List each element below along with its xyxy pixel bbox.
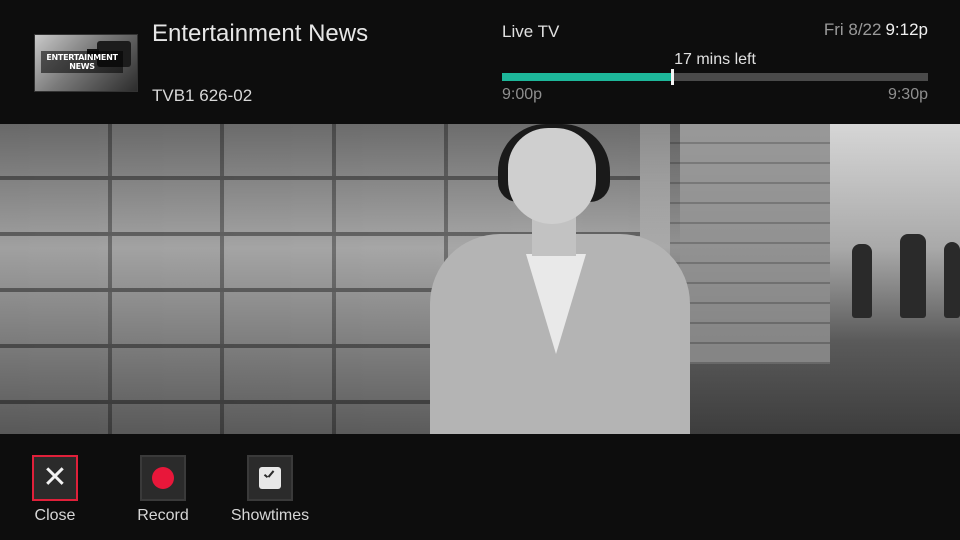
- video-presenter: [430, 124, 690, 434]
- date-time: Fri 8/22 9:12p: [824, 20, 928, 40]
- video-building: [670, 124, 830, 364]
- progress-marker: [671, 69, 674, 85]
- record-button[interactable]: Record: [118, 455, 208, 525]
- channel-number: TVB1 626-02: [152, 86, 253, 105]
- record-button-box[interactable]: [140, 455, 186, 501]
- video-pedestrian: [852, 244, 872, 318]
- video-pedestrian: [900, 234, 926, 318]
- close-button-box[interactable]: ✕: [32, 455, 78, 501]
- showtimes-button[interactable]: Showtimes: [225, 455, 315, 525]
- presenter-face: [508, 128, 596, 224]
- program-info-bar: ENTERTAINMENT NEWS Entertainment News TV…: [0, 0, 960, 124]
- showtimes-label: Showtimes: [230, 507, 310, 524]
- record-icon: [152, 467, 174, 489]
- live-tv-label: Live TV: [502, 22, 560, 41]
- time-remaining: 17 mins left: [674, 51, 756, 68]
- program-progress-bar: [502, 69, 928, 85]
- clock-icon: [259, 467, 281, 489]
- close-button[interactable]: ✕ Close: [10, 455, 100, 525]
- record-label: Record: [137, 507, 189, 524]
- video-pedestrian: [944, 242, 960, 318]
- current-date: Fri 8/22: [823, 20, 882, 39]
- program-start-time: 9:00p: [502, 86, 543, 103]
- program-end-time: 9:30p: [887, 86, 928, 103]
- close-label: Close: [34, 507, 76, 524]
- program-thumbnail: ENTERTAINMENT NEWS: [34, 34, 138, 92]
- show-title: Entertainment News: [152, 20, 369, 47]
- current-time: 9:12p: [885, 20, 928, 39]
- thumbnail-logo-text: ENTERTAINMENT NEWS: [41, 51, 123, 73]
- close-icon: ✕: [42, 460, 68, 495]
- video-player[interactable]: [0, 124, 960, 434]
- showtimes-button-box[interactable]: [247, 455, 293, 501]
- progress-fill: [502, 73, 672, 81]
